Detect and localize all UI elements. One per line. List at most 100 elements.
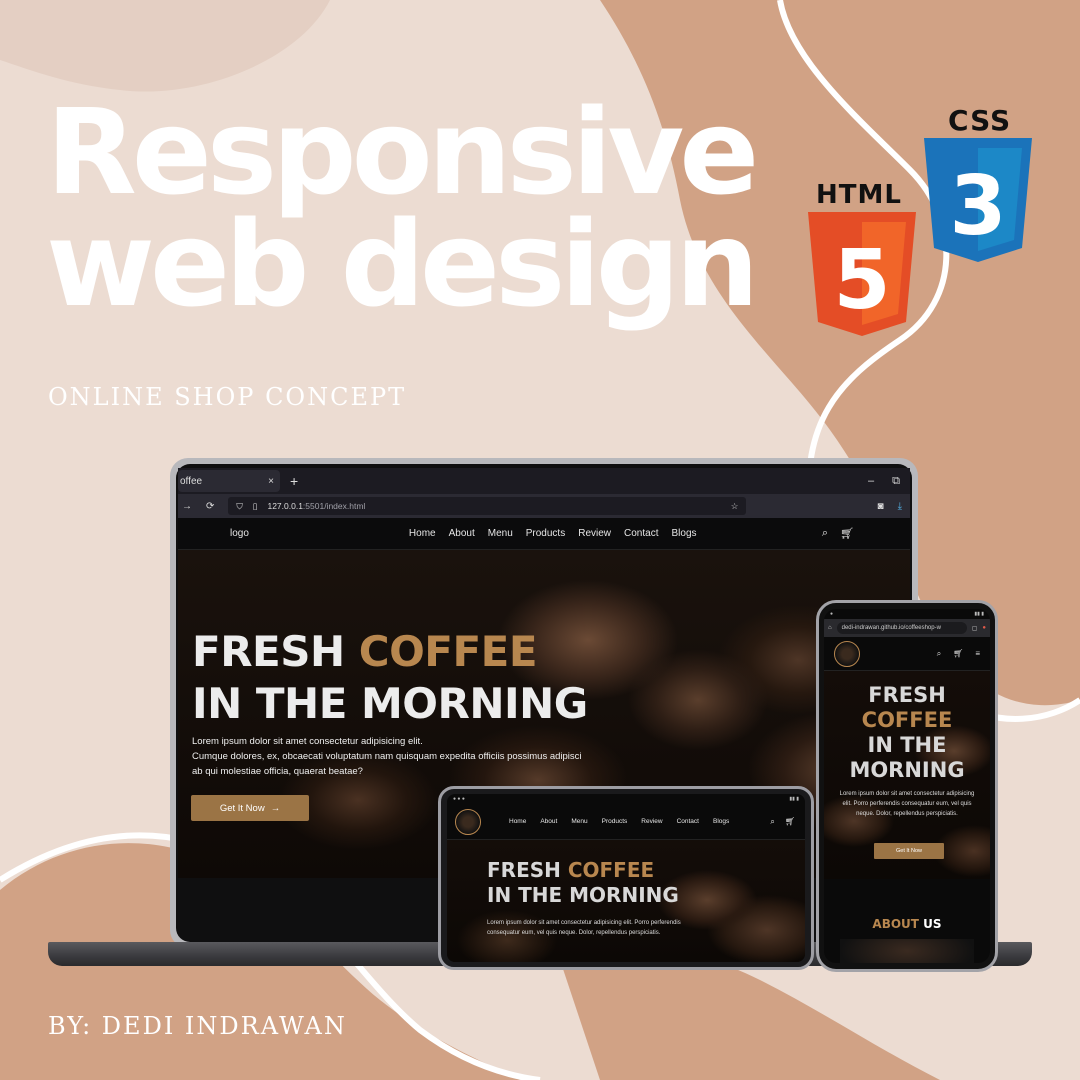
tabs-icon[interactable]: ▢ (972, 625, 978, 632)
download-icon[interactable]: ⤓ (898, 501, 902, 512)
menu-dots-icon[interactable]: ● (982, 625, 986, 631)
nav-blogs[interactable]: Blogs (713, 818, 729, 825)
get-it-now-button[interactable]: Get It Now (874, 843, 944, 859)
minimize-icon[interactable]: – (868, 475, 874, 488)
nav-products[interactable]: Products (602, 818, 628, 825)
tab-close-icon[interactable]: × (268, 476, 274, 487)
reload-icon[interactable]: ⟳ (206, 501, 214, 512)
phone-device: ● ▮▮ ▮ ⌂ dedi-indrawan.github.io/coffees… (816, 600, 998, 972)
nav-menu[interactable]: Menu (571, 818, 587, 825)
byline: BY: DEDI INDRAWAN (48, 1012, 347, 1040)
cart-icon[interactable]: 🛒︎ (953, 649, 963, 659)
search-icon[interactable]: ⌕ (822, 527, 828, 540)
browser-tab[interactable]: offee × (178, 470, 280, 492)
tablet-nav-icons: ⌕ 🛒︎ (770, 817, 795, 827)
hero-title-coffee: COFFEE (567, 858, 655, 882)
hero-title-in-the: IN THE (867, 733, 947, 757)
hamburger-menu-icon[interactable]: ≡ (975, 649, 980, 659)
phone-nav-icons: ⌕ 🛒︎ ≡ (937, 649, 980, 659)
cart-icon[interactable]: 🛒︎ (785, 817, 795, 827)
tablet-hero-title: FRESH COFFEE IN THE MORNING (487, 858, 679, 908)
hero-title-morning: IN THE MORNING (487, 883, 679, 907)
about-accent: ABOUT (872, 917, 919, 931)
phone-url-field[interactable]: dedi-indrawan.github.io/coffeeshop-w (836, 622, 967, 634)
headline-line-2: web design (46, 195, 759, 333)
nav-menu[interactable]: Menu (488, 528, 513, 539)
bookmark-star-icon[interactable]: ☆ (731, 501, 739, 512)
coffee-logo-icon[interactable] (834, 640, 860, 667)
site-nav-icons: ⌕ 🛒︎ (822, 527, 854, 540)
url-path: :5501/index.html (302, 501, 366, 511)
phone-browser-bar: ⌂ dedi-indrawan.github.io/coffeeshop-w ▢… (824, 619, 990, 637)
about-us-word: US (919, 917, 942, 931)
html-label: HTML (816, 180, 902, 210)
hero-description: Lorem ipsum dolor sit amet consectetur a… (192, 734, 592, 779)
hero-text-line-1: Lorem ipsum dolor sit amet consectetur a… (192, 736, 423, 747)
tablet-status-bar: ● ● ● ▮▮ ▮ (447, 794, 805, 804)
phone-hero-description: Lorem ipsum dolor sit amet consectetur a… (839, 791, 975, 817)
status-right-icons: ▮▮ ▮ (974, 611, 984, 617)
url-host: 127.0.0.1 (267, 501, 303, 511)
nav-contact[interactable]: Contact (624, 528, 658, 539)
phone-hero-title: FRESH COFFEE IN THE MORNING (824, 683, 990, 783)
subtitle: ONLINE SHOP CONCEPT (48, 383, 407, 411)
nav-home[interactable]: Home (409, 528, 436, 539)
coffee-logo-icon[interactable] (455, 808, 481, 835)
cart-icon[interactable]: 🛒︎ (840, 527, 854, 540)
html5-digit: 5 (833, 233, 890, 328)
search-icon[interactable]: ⌕ (770, 817, 774, 827)
hero-text-line-2: Cumque dolores, ex, obcaecati voluptatum… (192, 751, 582, 777)
nav-review[interactable]: Review (641, 818, 662, 825)
tablet-screen: ● ● ● ▮▮ ▮ Home About Menu Products Revi… (447, 794, 805, 962)
nav-products[interactable]: Products (526, 528, 565, 539)
status-left-icons: ● (830, 611, 834, 617)
home-icon[interactable]: ⌂ (828, 625, 832, 631)
tab-title: offee (180, 475, 203, 487)
tablet-hero: FRESH COFFEE IN THE MORNING Lorem ipsum … (447, 840, 805, 962)
phone-status-bar: ● ▮▮ ▮ (824, 609, 990, 619)
phone-url: dedi-indrawan.github.io/coffeeshop-w (841, 625, 941, 631)
get-it-now-button[interactable]: Get It Now → (191, 795, 309, 821)
html5-icon: 5 (808, 212, 916, 336)
toolbar-right: ◙ ⤓ (878, 501, 902, 512)
pocket-icon[interactable]: ◙ (878, 501, 884, 512)
page-icon: ▯ (252, 500, 258, 511)
site-logo[interactable]: logo (230, 528, 249, 539)
tablet-navbar: Home About Menu Products Review Contact … (447, 804, 805, 840)
hero-title-fresh: FRESH (192, 627, 359, 676)
about-us-heading: ABOUT US (824, 917, 990, 931)
new-tab-icon[interactable]: + (290, 473, 298, 489)
nav-review[interactable]: Review (578, 528, 611, 539)
nav-about[interactable]: About (449, 528, 475, 539)
arrow-right-icon: → (270, 802, 281, 814)
hero-title-fresh: FRESH (868, 683, 946, 707)
nav-about[interactable]: About (540, 818, 557, 825)
nav-blogs[interactable]: Blogs (671, 528, 696, 539)
restore-icon[interactable]: ⧉ (892, 475, 900, 488)
about-image (840, 939, 974, 963)
nav-contact[interactable]: Contact (677, 818, 699, 825)
url-field[interactable]: ⛉ ▯ 127.0.0.1:5501/index.html ☆ (228, 497, 747, 515)
hero-title-coffee: COFFEE (861, 708, 953, 732)
phone-hero: FRESH COFFEE IN THE MORNING Lorem ipsum … (824, 671, 990, 879)
tablet-device: ● ● ● ▮▮ ▮ Home About Menu Products Revi… (438, 786, 814, 970)
css3-icon: 3 (924, 138, 1032, 262)
browser-toolbar: → ⟳ ⛉ ▯ 127.0.0.1:5501/index.html ☆ ◙ ⤓ (178, 494, 910, 518)
site-nav-links: Home About Menu Products Review Contact … (409, 528, 697, 539)
hero-title-fresh: FRESH (487, 858, 568, 882)
site-navbar: logo Home About Menu Products Review Con… (178, 518, 910, 550)
hero-title-coffee: COFFEE (358, 627, 538, 676)
window-controls: – ⧉ (868, 475, 910, 488)
search-icon[interactable]: ⌕ (937, 649, 941, 659)
phone-screen: ● ▮▮ ▮ ⌂ dedi-indrawan.github.io/coffees… (824, 609, 990, 963)
hero-title-morning: MORNING (849, 758, 965, 782)
nav-home[interactable]: Home (509, 818, 526, 825)
hero-title: FRESH COFFEE IN THE MORNING (192, 626, 588, 730)
css3-digit: 3 (949, 159, 1006, 254)
phone-navbar: ⌕ 🛒︎ ≡ (824, 637, 990, 671)
shield-icon: ⛉ (236, 500, 243, 511)
button-label: Get It Now (219, 802, 265, 814)
headline-line-1: Responsive (46, 83, 759, 221)
status-right-icons: ▮▮ ▮ (789, 796, 799, 802)
forward-icon[interactable]: → (182, 501, 192, 512)
